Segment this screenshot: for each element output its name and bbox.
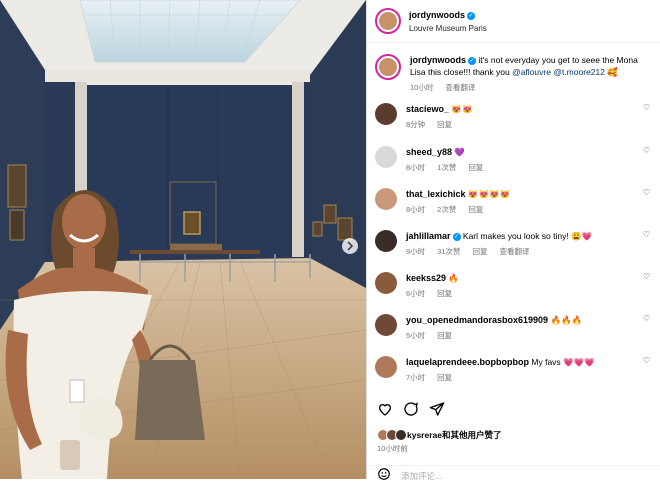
liked-by-user[interactable]: kysrerae xyxy=(407,430,442,440)
reply-button[interactable]: 回复 xyxy=(473,247,488,256)
comment-item: sheed_y88 💜 8小时 1次赞 回复 ♡ xyxy=(375,146,650,174)
commenter-avatar[interactable] xyxy=(375,188,397,210)
commenter-avatar[interactable] xyxy=(375,272,397,294)
comment-item: you_openedmandorasbox619909 🔥🔥🔥 5小时 回复 ♡ xyxy=(375,314,650,342)
mention-link[interactable]: @t.moore212 xyxy=(553,67,605,77)
heart-icon[interactable]: ♡ xyxy=(643,356,650,365)
comment-item: jahlillamar ✓ Karl makes you look so tiny… xyxy=(375,230,650,258)
comment-username[interactable]: jahlillamar xyxy=(406,231,451,241)
reply-button[interactable]: 回复 xyxy=(468,163,483,172)
reply-button[interactable]: 回复 xyxy=(437,289,452,298)
post-actions xyxy=(377,401,445,417)
heart-icon[interactable]: ♡ xyxy=(643,230,650,239)
commenter-avatar[interactable] xyxy=(375,103,397,125)
louvre-photo-illustration xyxy=(0,0,366,479)
comment-time[interactable]: 8小时 xyxy=(406,163,425,172)
heart-icon[interactable]: ♡ xyxy=(643,103,650,112)
commenter-avatar[interactable] xyxy=(375,230,397,252)
verified-icon: ✓ xyxy=(468,57,476,65)
comment-time[interactable]: 8小时 xyxy=(406,205,425,214)
post-header: jordynwoods ✓ Louvre Museum Paris xyxy=(367,0,660,43)
share-icon[interactable] xyxy=(429,401,445,417)
commenter-avatar[interactable] xyxy=(375,356,397,378)
comment-text: Karl makes you look so tiny! 😩💗 xyxy=(462,231,593,241)
comment-item: that_lexichick 😻😻😻😻 8小时 2次赞 回复 ♡ xyxy=(375,188,650,216)
reply-button[interactable]: 回复 xyxy=(437,331,452,340)
post-time: 10小时前 xyxy=(377,444,408,453)
caption-time[interactable]: 10小时 xyxy=(410,83,433,92)
comment-likes[interactable]: 31次赞 xyxy=(437,247,460,256)
reply-button[interactable]: 回复 xyxy=(437,120,452,129)
commenter-avatar[interactable] xyxy=(375,146,397,168)
post-location[interactable]: Louvre Museum Paris xyxy=(409,22,487,35)
liker-avatars xyxy=(377,429,407,441)
comment-text: 💜 xyxy=(454,147,466,157)
comment-username[interactable]: staciewo_ xyxy=(406,104,449,114)
heart-icon[interactable]: ♡ xyxy=(643,188,650,197)
heart-icon[interactable]: ♡ xyxy=(643,272,650,281)
heart-icon[interactable]: ♡ xyxy=(643,314,650,323)
comment-time[interactable]: 8分钟 xyxy=(406,120,425,129)
caption-username[interactable]: jordynwoods xyxy=(410,55,466,65)
author-username[interactable]: jordynwoods xyxy=(409,10,465,20)
comment-username[interactable]: that_lexichick xyxy=(406,189,466,199)
caption-avatar[interactable] xyxy=(375,54,401,80)
liked-by[interactable]: kysrerae 和其他用户赞了 xyxy=(377,429,502,441)
comment-item: laquelaprendeee.bopbopbop My favs 💗💗💗 7小时… xyxy=(375,356,650,384)
comment-text: 😻😻 xyxy=(451,104,473,114)
comment-username[interactable]: sheed_y88 xyxy=(406,147,452,157)
heart-icon[interactable] xyxy=(377,401,393,417)
commenter-avatar[interactable] xyxy=(375,314,397,336)
see-translation[interactable]: 查看翻译 xyxy=(500,247,530,256)
comment-text: 🔥🔥🔥 xyxy=(550,315,583,325)
caption-emoji: 🥰 xyxy=(607,67,618,77)
author-avatar[interactable] xyxy=(375,8,401,34)
comment-item: staciewo_ 😻😻 8分钟 回复 ♡ xyxy=(375,103,650,131)
see-translation[interactable]: 查看翻译 xyxy=(445,83,475,92)
comment-time[interactable]: 5小时 xyxy=(406,331,425,340)
add-comment-input[interactable]: 添加评论... xyxy=(401,470,442,482)
comment-item: keekss29 🔥 6小时 回复 ♡ xyxy=(375,272,650,300)
comment-username[interactable]: keekss29 xyxy=(406,273,446,283)
verified-icon: ✓ xyxy=(467,12,475,20)
comment-likes[interactable]: 2次赞 xyxy=(437,205,456,214)
comment-time[interactable]: 7小时 xyxy=(406,373,425,382)
comment-username[interactable]: laquelaprendeee.bopbopbop xyxy=(406,357,529,367)
add-comment-row: 添加评论... xyxy=(367,465,660,486)
verified-icon: ✓ xyxy=(452,233,461,241)
comment-time[interactable]: 9小时 xyxy=(406,247,425,256)
comment-text: 🔥 xyxy=(448,273,460,283)
comment-likes[interactable]: 1次赞 xyxy=(437,163,456,172)
emoji-icon[interactable] xyxy=(377,467,391,486)
comment-time[interactable]: 6小时 xyxy=(406,289,425,298)
caption: jordynwoods ✓ it's not everyday you get t… xyxy=(375,54,650,94)
liked-by-suffix: 和其他用户赞了 xyxy=(441,430,502,440)
post-side-panel: jordynwoods ✓ Louvre Museum Paris jordynw… xyxy=(366,0,660,481)
reply-button[interactable]: 回复 xyxy=(468,205,483,214)
post-photo xyxy=(0,0,366,479)
mention-link[interactable]: @aflouvre xyxy=(512,67,551,77)
comment-text: 😻😻😻😻 xyxy=(467,189,511,199)
comment-icon[interactable] xyxy=(403,401,419,417)
reply-button[interactable]: 回复 xyxy=(437,373,452,382)
comment-text: My favs 💗💗💗 xyxy=(531,357,595,367)
comment-username[interactable]: you_openedmandorasbox619909 xyxy=(406,315,548,325)
heart-icon[interactable]: ♡ xyxy=(643,146,650,155)
